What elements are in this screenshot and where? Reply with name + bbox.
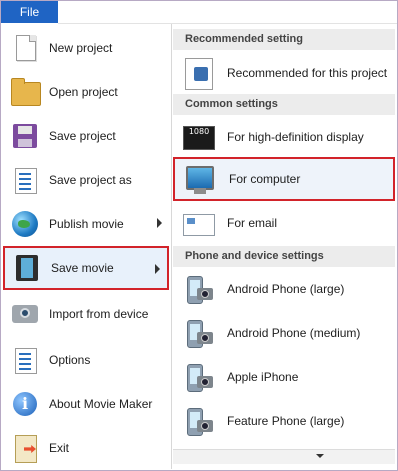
menu-item-publish-movie[interactable]: Publish movie	[3, 202, 169, 246]
hd-display-icon: 1080	[181, 120, 215, 154]
hd-badge: 1080	[183, 126, 215, 150]
for-email-item[interactable]: For email	[173, 201, 395, 245]
submenu-item-label: Android Phone (medium)	[227, 326, 361, 340]
for-computer-item[interactable]: For computer	[173, 157, 395, 201]
menu-item-label: New project	[49, 41, 113, 55]
menu-item-label: Open project	[49, 85, 118, 99]
menu-item-label: Publish movie	[49, 217, 124, 231]
save-movie-icon	[11, 252, 43, 284]
hd-display-item[interactable]: 1080 For high-definition display	[173, 115, 395, 159]
recommended-icon	[181, 56, 215, 90]
android-large-item[interactable]: Android Phone (large)	[173, 267, 395, 311]
submenu-item-label: For high-definition display	[227, 130, 364, 144]
phone-icon	[181, 316, 215, 350]
menu-item-save-movie[interactable]: Save movie	[3, 246, 169, 290]
section-header-recommended: Recommended setting	[173, 29, 395, 50]
submenu-item-label: For email	[227, 216, 278, 230]
menu-item-label: Save project	[49, 129, 116, 143]
submenu-item-label: Feature Phone (large)	[227, 414, 345, 428]
new-project-icon	[9, 32, 41, 64]
menu-item-label: Import from device	[49, 307, 149, 321]
apple-iphone-item[interactable]: Apple iPhone	[173, 355, 395, 399]
menu-item-label: Options	[49, 353, 91, 367]
scroll-down-arrow-icon[interactable]	[316, 454, 324, 458]
email-icon	[181, 206, 215, 240]
phone-icon	[181, 404, 215, 438]
section-header-common: Common settings	[173, 94, 395, 115]
save-movie-submenu: Recommended setting Recommended for this…	[173, 24, 395, 469]
submenu-item-label: For computer	[229, 172, 301, 186]
feature-phone-item[interactable]: Feature Phone (large)	[173, 399, 395, 443]
menu-item-label: Save movie	[51, 261, 114, 275]
menu-item-label: About Movie Maker	[49, 397, 153, 411]
recommended-for-project-item[interactable]: Recommended for this project	[173, 51, 395, 95]
menu-item-options[interactable]: Options	[3, 338, 169, 382]
menu-item-save-project-as[interactable]: Save project as	[3, 158, 169, 202]
menu-item-about[interactable]: i About Movie Maker	[3, 382, 169, 426]
about-icon: i	[9, 388, 41, 420]
ribbon-strip	[58, 1, 397, 24]
phone-icon	[181, 272, 215, 306]
submenu-item-label: Android Phone (large)	[227, 282, 345, 296]
menu-item-save-project[interactable]: Save project	[3, 114, 169, 158]
save-project-icon	[9, 120, 41, 152]
menu-item-import-device[interactable]: Import from device	[3, 292, 169, 336]
submenu-item-label: Recommended for this project	[227, 66, 388, 80]
menu-item-label: Exit	[49, 441, 70, 455]
publish-movie-icon	[9, 208, 41, 240]
menu-item-open-project[interactable]: Open project	[3, 70, 169, 114]
submenu-scrollbar[interactable]	[173, 449, 395, 464]
menu-item-new-project[interactable]: New project	[3, 26, 169, 70]
submenu-item-label: Apple iPhone	[227, 370, 299, 384]
import-device-icon	[9, 298, 41, 330]
phone-icon	[181, 360, 215, 394]
menu-item-label: Save project as	[49, 173, 132, 187]
open-project-icon	[9, 76, 41, 108]
file-tab[interactable]: File	[1, 1, 58, 23]
options-icon	[9, 344, 41, 376]
menu-item-exit[interactable]: Exit	[3, 426, 169, 470]
file-menu-left: New project Open project Save project Sa…	[1, 24, 171, 469]
exit-icon	[9, 432, 41, 464]
submenu-arrow-icon	[157, 218, 162, 228]
submenu-arrow-icon	[155, 264, 160, 274]
computer-icon	[183, 162, 217, 196]
menu-divider	[171, 24, 172, 469]
save-project-as-icon	[9, 164, 41, 196]
android-medium-item[interactable]: Android Phone (medium)	[173, 311, 395, 355]
section-header-phone: Phone and device settings	[173, 246, 395, 267]
